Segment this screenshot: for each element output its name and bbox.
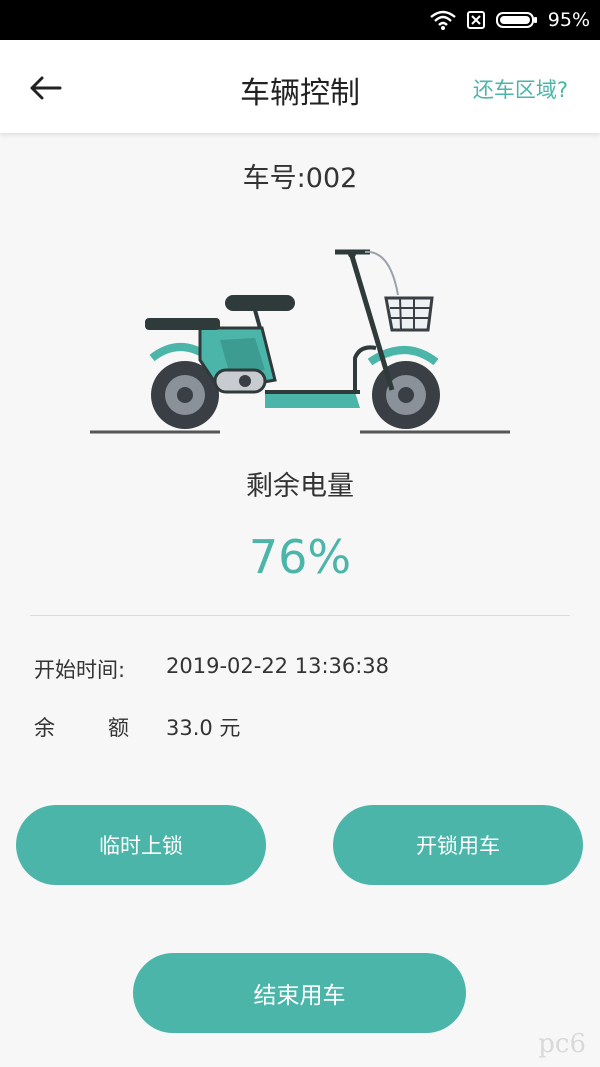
temp-lock-button[interactable]: 临时上锁 [16,805,266,885]
battery-value: 76% [248,530,352,584]
end-ride-label: 结束用车 [253,983,346,1009]
status-bar: 95% [0,0,600,40]
balance-label-first: 余 [34,716,55,740]
battery-icon [495,12,537,28]
battery-percent: 95% [547,9,590,31]
app-bar: 车辆控制 还车区域? [0,40,600,133]
balance-label-second: 额 [108,716,129,740]
start-time-label: 开始时间: [34,658,126,682]
divider [30,615,570,616]
temp-lock-label: 临时上锁 [99,834,183,858]
unlock-button[interactable]: 开锁用车 [333,805,583,885]
no-sim-icon [466,11,485,29]
battery-label: 剩余电量 [246,471,354,502]
balance-value: 33.0 元 [166,716,241,740]
status-icons: 95% [429,0,590,40]
end-ride-button[interactable]: 结束用车 [133,953,466,1033]
watermark: pc6 [538,1029,586,1059]
return-area-link[interactable]: 还车区域? [473,74,568,104]
unlock-label: 开锁用车 [416,834,500,858]
wifi-icon [429,10,456,30]
vehicle-number: 车号:002 [242,163,358,194]
start-time-value: 2019-02-22 13:36:38 [166,654,390,678]
scooter-illustration [90,249,510,434]
